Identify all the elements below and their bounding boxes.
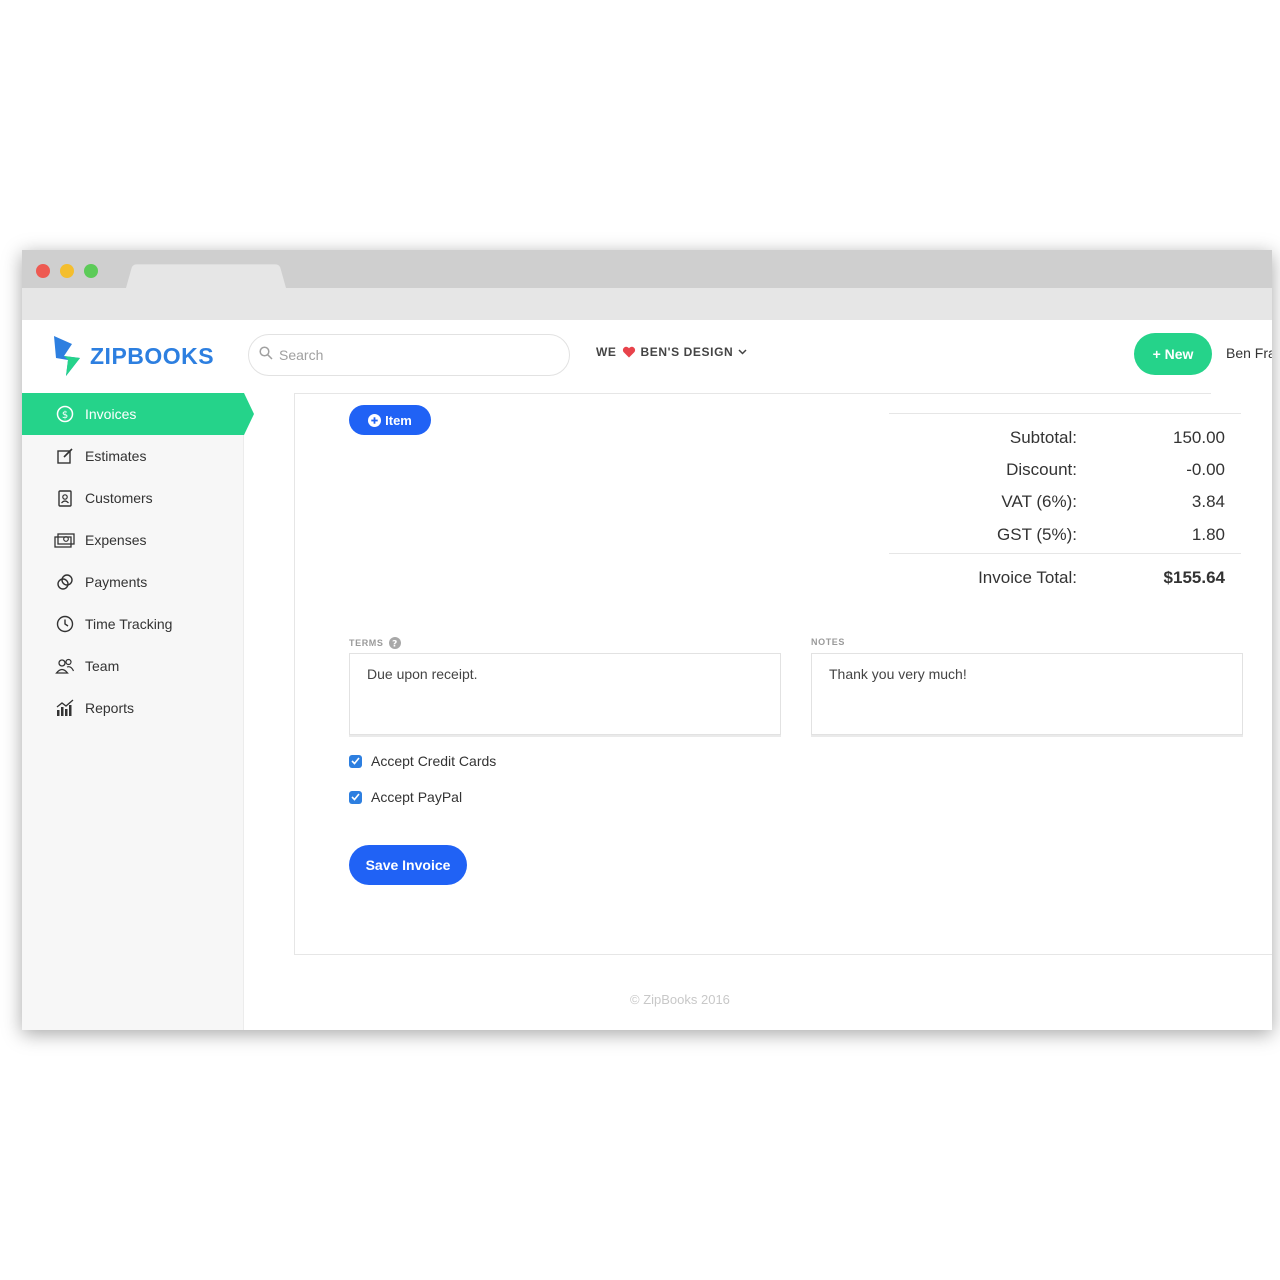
notes-label-group: NOTES [811, 637, 845, 647]
sidebar-item-label: Reports [85, 700, 135, 716]
money-stack-icon [54, 530, 76, 550]
sidebar-item-payments[interactable]: Payments [22, 561, 243, 603]
invoice-totals: Subtotal: 150.00 Discount: -0.00 VAT (6%… [889, 413, 1241, 592]
heart-icon [622, 346, 635, 358]
contact-book-icon [54, 488, 76, 508]
save-invoice-button[interactable]: Save Invoice [349, 845, 467, 885]
coins-icon [54, 572, 76, 592]
sidebar-item-label: Customers [85, 490, 153, 506]
sidebar-item-estimates[interactable]: Estimates [22, 435, 243, 477]
company-switcher[interactable]: WE BEN'S DESIGN [596, 345, 747, 359]
search-box[interactable] [248, 334, 570, 376]
user-menu[interactable]: Ben Fra [1226, 345, 1272, 361]
sidebar-item-label: Payments [85, 574, 148, 590]
totals-label: VAT (6%): [1001, 492, 1077, 511]
sidebar-item-label: Team [85, 658, 120, 674]
search-icon [259, 346, 273, 360]
sidebar-item-team[interactable]: Team [22, 645, 243, 687]
app: ZIPBOOKS WE BEN'S DESIGN + New [22, 320, 1272, 1030]
company-prefix: WE [596, 345, 617, 359]
totals-row-invoice-total: Invoice Total: $155.64 [889, 554, 1241, 592]
sidebar-item-expenses[interactable]: Expenses [22, 519, 243, 561]
svg-text:?: ? [392, 640, 398, 650]
terms-label: TERMS [349, 638, 384, 648]
accept-credit-cards-option[interactable]: Accept Credit Cards [349, 753, 496, 769]
dollar-circle-icon: $ [54, 404, 76, 424]
browser-tab[interactable] [126, 264, 286, 288]
svg-text:$: $ [62, 410, 68, 421]
invoice-total-label: Invoice Total: [978, 568, 1077, 587]
sidebar-item-time-tracking[interactable]: Time Tracking [22, 603, 243, 645]
totals-label: Discount: [1006, 460, 1077, 479]
logo[interactable]: ZIPBOOKS [52, 334, 214, 378]
sidebar-item-reports[interactable]: Reports [22, 687, 243, 729]
invoice-total-value: $155.64 [1163, 568, 1225, 587]
minimize-window-button[interactable] [60, 264, 74, 278]
sidebar-item-customers[interactable]: Customers [22, 477, 243, 519]
sidebar-item-label: Time Tracking [85, 616, 173, 632]
team-icon [54, 656, 76, 676]
browser-title-bar [22, 250, 1272, 288]
invoice-editor: Item Subtotal: 150.00 Discount: -0.00 VA… [294, 393, 1272, 955]
notes-field[interactable]: Thank you very much! [811, 653, 1243, 735]
accept-paypal-option[interactable]: Accept PayPal [349, 789, 462, 805]
sidebar: $ Invoices Estimates Customers Expenses … [22, 393, 254, 1030]
app-header: ZIPBOOKS WE BEN'S DESIGN + New [22, 320, 1272, 393]
totals-row-gst: GST (5%): 1.80 [889, 519, 1241, 553]
company-name: BEN'S DESIGN [640, 345, 734, 359]
browser-toolbar [22, 288, 1272, 320]
sidebar-item-label: Expenses [85, 532, 147, 548]
notes-label: NOTES [811, 637, 846, 647]
totals-label: GST (5%): [997, 525, 1077, 544]
chevron-down-icon [738, 349, 747, 355]
footer-copyright: © ZipBooks 2016 [630, 992, 730, 1007]
maximize-window-button[interactable] [84, 264, 98, 278]
accept-credit-cards-checkbox[interactable] [349, 754, 362, 768]
sidebar-item-label: Invoices [85, 406, 137, 422]
sidebar-item-invoices[interactable]: $ Invoices [22, 393, 254, 435]
divider [295, 393, 1211, 394]
check-icon [351, 793, 360, 801]
totals-value: 3.84 [1191, 492, 1225, 511]
bar-chart-icon [54, 698, 76, 718]
totals-value: 150.00 [1173, 428, 1225, 447]
add-item-button[interactable]: Item [349, 405, 431, 435]
accept-paypal-label: Accept PayPal [371, 789, 463, 805]
brand-name: ZIPBOOKS [90, 342, 215, 369]
totals-label: Subtotal: [1009, 428, 1077, 447]
close-window-button[interactable] [36, 264, 50, 278]
plus-circle-icon [368, 413, 382, 427]
browser-window: ZIPBOOKS WE BEN'S DESIGN + New [22, 250, 1272, 1030]
search-input[interactable] [279, 345, 549, 365]
accept-credit-cards-label: Accept Credit Cards [371, 753, 497, 769]
add-item-label: Item [385, 412, 412, 428]
totals-row-discount: Discount: -0.00 [889, 454, 1241, 486]
sidebar-item-label: Estimates [85, 448, 147, 464]
totals-value: -0.00 [1186, 460, 1225, 479]
totals-value: 1.80 [1191, 525, 1225, 544]
totals-row-subtotal: Subtotal: 150.00 [889, 422, 1241, 454]
edit-icon [54, 446, 76, 466]
terms-field[interactable]: Due upon receipt. [349, 653, 781, 735]
clock-icon [54, 614, 76, 634]
zipbooks-logo-icon [54, 336, 80, 376]
check-icon [351, 757, 360, 765]
accept-paypal-checkbox[interactable] [349, 790, 362, 804]
totals-row-vat: VAT (6%): 3.84 [889, 486, 1241, 519]
new-button[interactable]: + New [1134, 333, 1212, 375]
help-icon[interactable]: ? [388, 637, 401, 650]
terms-label-group: TERMS ? [349, 637, 401, 649]
